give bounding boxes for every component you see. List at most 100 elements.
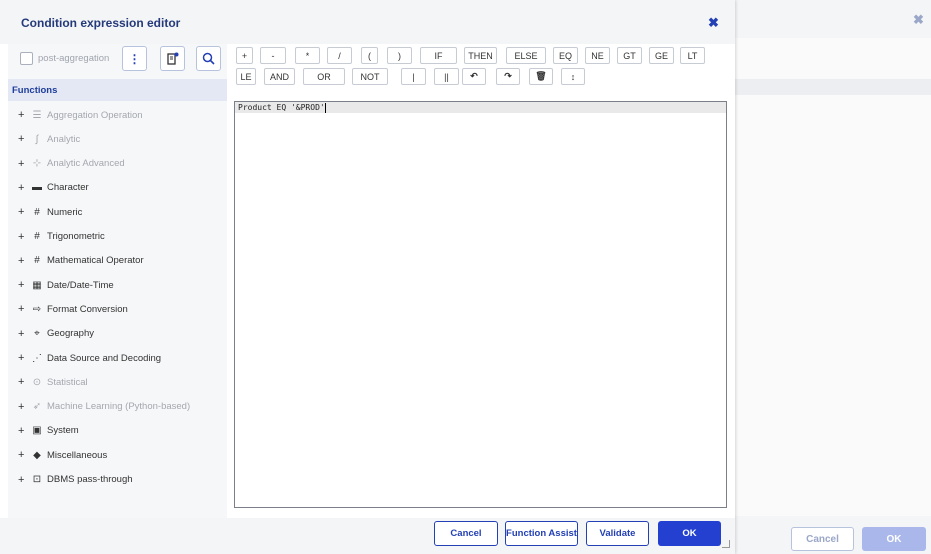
redo-button[interactable]: ↷ — [496, 68, 520, 85]
function-category-item[interactable]: + ∫ Analytic — [18, 131, 80, 147]
trash-button[interactable]: 🗑 — [529, 68, 553, 85]
operator-button[interactable]: || — [434, 68, 459, 85]
operator-button[interactable]: ( — [361, 47, 378, 64]
operator-button[interactable]: + — [236, 47, 253, 64]
operator-button[interactable]: - — [260, 47, 286, 64]
function-category-item[interactable]: + ⋰ Data Source and Decoding — [18, 350, 161, 366]
analytic-icon: ∫ — [35, 133, 39, 145]
menu-button[interactable]: ⋮ — [122, 46, 147, 71]
operator-button[interactable]: * — [295, 47, 320, 64]
function-category-label: Statistical — [47, 376, 88, 388]
numeric-icon: # — [34, 206, 40, 218]
post-aggregation-checkbox[interactable] — [20, 52, 33, 65]
function-category-label: Miscellaneous — [47, 449, 108, 461]
expand-plus-icon[interactable]: + — [18, 109, 30, 121]
background-close-icon[interactable]: ✖ — [913, 12, 924, 28]
statistical-icon: ⊙ — [32, 376, 42, 388]
function-category-label: Mathematical Operator — [47, 255, 144, 267]
ok-button[interactable]: OK — [658, 521, 721, 546]
expand-plus-icon[interactable]: + — [18, 303, 30, 315]
function-category-label: Analytic Advanced — [47, 158, 125, 170]
expand-plus-icon[interactable]: + — [18, 449, 30, 461]
function-category-item[interactable]: + ⊡ DBMS pass-through — [18, 472, 133, 488]
search-button[interactable] — [196, 46, 221, 71]
operator-button[interactable]: / — [327, 47, 352, 64]
operator-button[interactable]: IF — [420, 47, 457, 64]
background-band — [735, 79, 931, 95]
operator-button[interactable]: LT — [680, 47, 705, 64]
resize-grip[interactable] — [722, 540, 730, 548]
function-category-item[interactable]: + ⊙ Statistical — [18, 374, 88, 390]
system-icon: ▣ — [32, 425, 42, 437]
text-caret — [324, 103, 326, 113]
expand-plus-icon[interactable]: + — [18, 206, 30, 218]
data-source-icon: ⋰ — [32, 352, 42, 364]
background-dialog-header — [735, 0, 931, 38]
background-ok-button[interactable]: OK — [862, 527, 926, 551]
expand-plus-icon[interactable]: + — [18, 279, 30, 291]
expand-plus-icon[interactable]: + — [18, 425, 30, 437]
expand-plus-icon[interactable]: + — [18, 352, 30, 364]
function-category-item[interactable]: + ☰ Aggregation Operation — [18, 107, 143, 123]
function-category-label: System — [47, 425, 79, 437]
validate-button[interactable]: Validate — [586, 521, 649, 546]
function-category-item[interactable]: + ▬ Character — [18, 180, 89, 196]
function-category-item[interactable]: + ➶ Machine Learning (Python-based) — [18, 399, 190, 415]
operator-button[interactable]: ELSE — [506, 47, 546, 64]
function-category-label: Character — [47, 182, 89, 194]
expand-plus-icon[interactable]: + — [18, 133, 30, 145]
operator-button[interactable]: AND — [264, 68, 295, 85]
miscellaneous-icon: ◆ — [33, 449, 41, 461]
function-category-label: Machine Learning (Python-based) — [47, 401, 191, 413]
function-category-label: Data Source and Decoding — [47, 352, 162, 364]
function-category-item[interactable]: + ◆ Miscellaneous — [18, 447, 107, 463]
aggregation-icon: ☰ — [32, 109, 42, 121]
operator-button[interactable]: GE — [649, 47, 674, 64]
function-category-label: Date/Date-Time — [47, 279, 114, 291]
operator-button[interactable]: GT — [617, 47, 642, 64]
analytic-advanced-icon: ⊹ — [32, 158, 42, 170]
expression-text: Product EQ '&PROD' — [238, 103, 325, 112]
function-category-item[interactable]: + ▣ System — [18, 423, 79, 439]
operator-button[interactable]: EQ — [553, 47, 578, 64]
close-icon[interactable]: ✖ — [708, 15, 719, 31]
cancel-button[interactable]: Cancel — [434, 521, 498, 546]
text-cursor-button[interactable]: ↕ — [561, 68, 585, 85]
expand-plus-icon[interactable]: + — [18, 401, 30, 413]
function-category-item[interactable]: + ▦ Date/Date-Time — [18, 277, 114, 293]
operator-button[interactable]: ) — [387, 47, 412, 64]
format-conversion-icon: ⇨ — [32, 303, 42, 315]
expand-plus-icon[interactable]: + — [18, 474, 30, 486]
function-category-item[interactable]: + ⊹ Analytic Advanced — [18, 156, 125, 172]
operator-button[interactable]: NE — [585, 47, 610, 64]
operator-button[interactable]: THEN — [464, 47, 497, 64]
notes-button[interactable] — [160, 46, 185, 71]
operator-button[interactable]: | — [401, 68, 426, 85]
function-category-item[interactable]: + # Numeric — [18, 204, 82, 220]
document-settings-icon — [166, 52, 178, 65]
function-category-label: DBMS pass-through — [47, 474, 133, 485]
expand-plus-icon[interactable]: + — [18, 255, 30, 267]
expression-editor[interactable]: Product EQ '&PROD' — [234, 101, 727, 508]
background-cancel-button[interactable]: Cancel — [791, 527, 854, 551]
function-category-item[interactable]: + # Trigonometric — [18, 229, 105, 245]
operator-button[interactable]: NOT — [352, 68, 388, 85]
operator-button[interactable]: OR — [303, 68, 345, 85]
expand-plus-icon[interactable]: + — [18, 231, 30, 243]
machine-learning-icon: ➶ — [32, 401, 42, 413]
post-aggregation-label: post-aggregation — [38, 53, 110, 64]
function-category-item[interactable]: + ⇨ Format Conversion — [18, 301, 128, 317]
function-category-label: Geography — [47, 328, 95, 340]
function-assist-button[interactable]: Function Assist — [505, 521, 578, 546]
expand-plus-icon[interactable]: + — [18, 376, 30, 388]
dialog-title: Condition expression editor — [21, 16, 181, 30]
expand-plus-icon[interactable]: + — [18, 158, 30, 170]
expand-plus-icon[interactable]: + — [18, 328, 30, 340]
expand-plus-icon[interactable]: + — [18, 182, 30, 194]
undo-button[interactable]: ↶ — [462, 68, 486, 85]
search-icon — [202, 52, 215, 65]
function-category-item[interactable]: + # Mathematical Operator — [18, 253, 144, 269]
function-category-item[interactable]: + ⌖ Geography — [18, 326, 94, 342]
function-category-label: Analytic — [47, 133, 81, 145]
operator-button[interactable]: LE — [236, 68, 256, 85]
